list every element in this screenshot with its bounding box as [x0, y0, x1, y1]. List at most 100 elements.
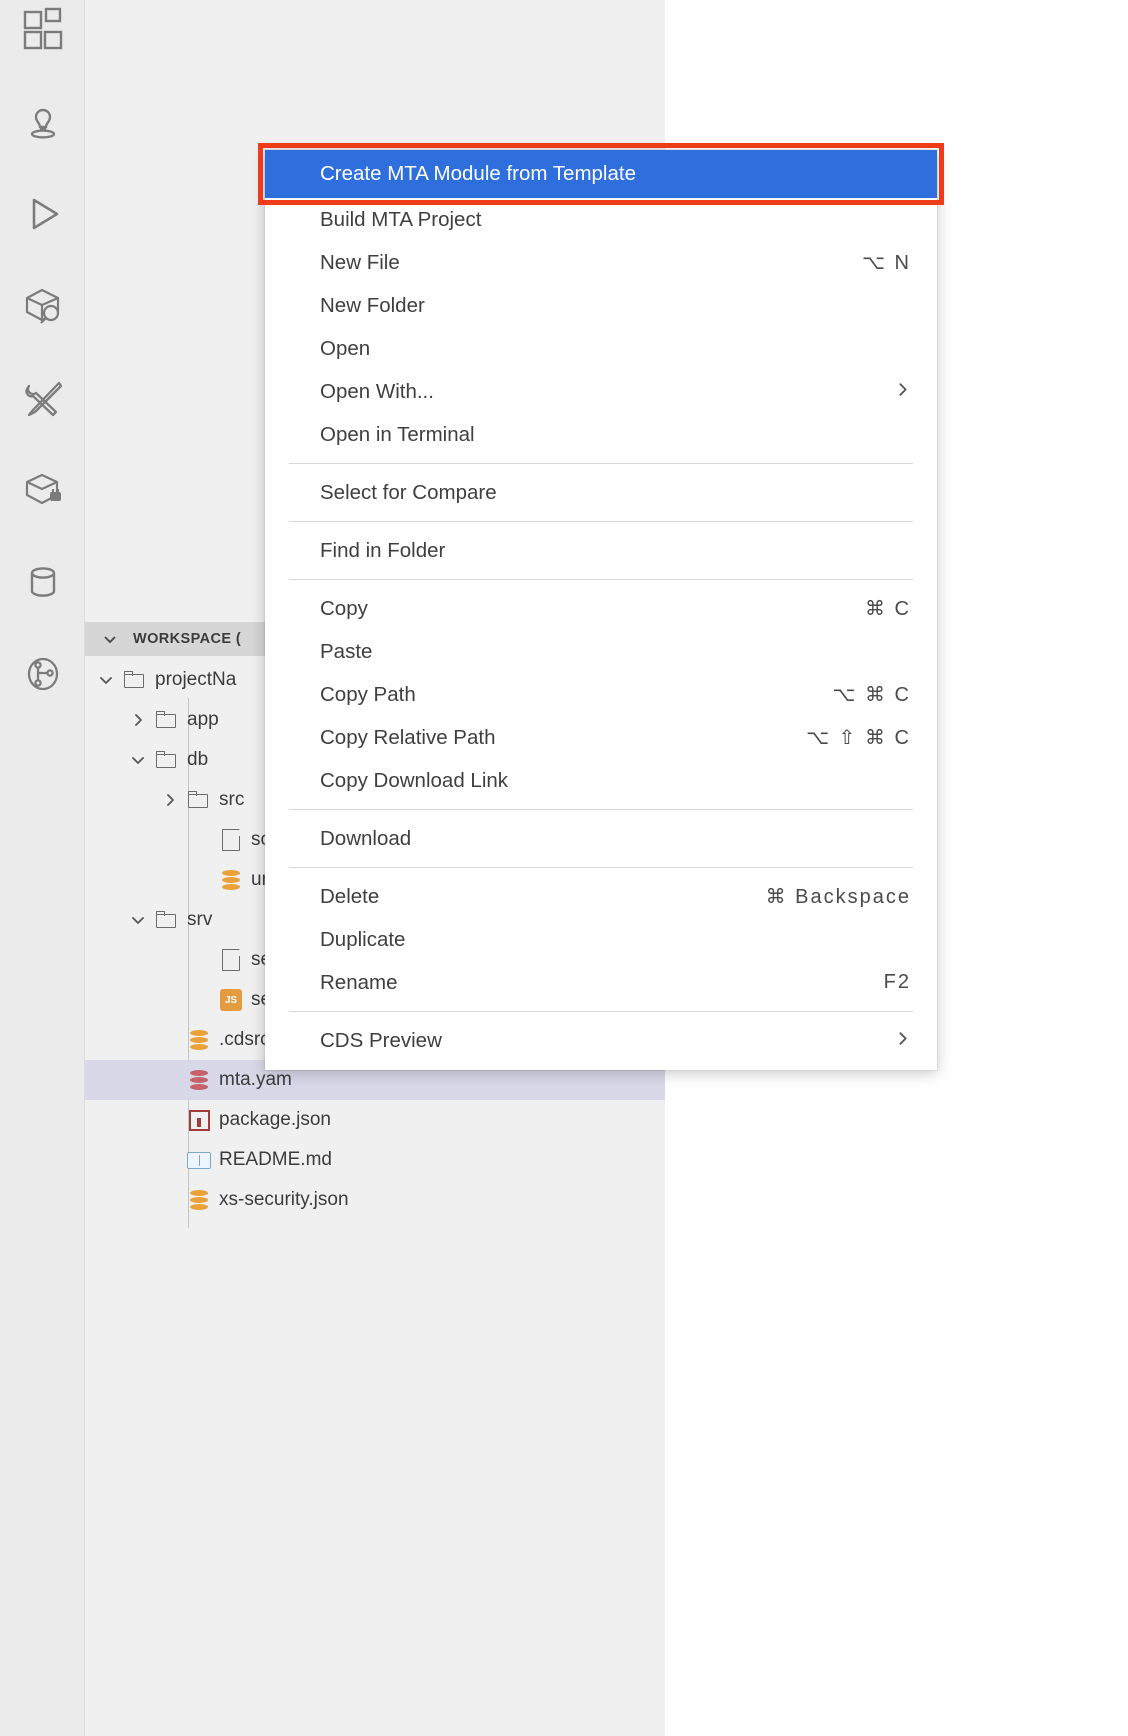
- menu-item-paste[interactable]: Paste: [265, 630, 937, 673]
- menu-item-label: Open With...: [320, 379, 434, 403]
- menu-item-label: Copy: [320, 596, 368, 620]
- tree-item-label: db: [187, 749, 209, 770]
- menu-item-create-mta-module-from-template[interactable]: Create MTA Module from Template: [265, 150, 937, 198]
- menu-item-open[interactable]: Open: [265, 327, 937, 370]
- menu-item-label: New Folder: [320, 293, 425, 317]
- menu-item-new-folder[interactable]: New Folder: [265, 284, 937, 327]
- menu-item-cds-preview[interactable]: CDS Preview: [265, 1019, 937, 1062]
- menu-item-label: Paste: [320, 639, 373, 663]
- tree-item-icon: JS: [215, 989, 247, 1011]
- folder-icon: [124, 671, 146, 689]
- menu-item-select-for-compare[interactable]: Select for Compare: [265, 471, 937, 514]
- tree-item-label: xs-security.json: [219, 1189, 349, 1210]
- tree-item-label: mta.yam: [219, 1069, 292, 1090]
- menu-item-label: Copy Path: [320, 682, 416, 706]
- tree-item-icon: [215, 829, 247, 851]
- menu-separator: [289, 1011, 913, 1012]
- database-icon[interactable]: [0, 552, 85, 612]
- run-icon[interactable]: [0, 184, 85, 244]
- tools-icon[interactable]: [0, 368, 85, 428]
- menu-item-duplicate[interactable]: Duplicate: [265, 918, 937, 961]
- menu-separator: [289, 809, 913, 810]
- menu-item-label: Copy Relative Path: [320, 725, 496, 749]
- tree-item-readme-md[interactable]: README.md: [85, 1140, 665, 1180]
- tree-item-icon: [183, 1109, 215, 1131]
- menu-separator: [289, 867, 913, 868]
- folder-icon: [156, 911, 178, 929]
- menu-item-open-with[interactable]: Open With...: [265, 370, 937, 413]
- menu-item-shortcut: ⌥ ⇧ ⌘ C: [806, 727, 911, 749]
- source-control-icon[interactable]: [0, 644, 85, 704]
- chevron-right-icon[interactable]: [125, 712, 151, 728]
- package-explorer-icon[interactable]: [0, 276, 85, 336]
- tree-item-icon: [183, 1029, 215, 1051]
- menu-item-label: Copy Download Link: [320, 768, 509, 792]
- menu-separator: [289, 463, 913, 464]
- menu-item-label: Select for Compare: [320, 480, 497, 504]
- chevron-right-icon[interactable]: [157, 792, 183, 808]
- deploy-package-icon[interactable]: [0, 460, 85, 520]
- extensions-icon[interactable]: [0, 0, 85, 60]
- chevron-down-icon: [97, 631, 123, 647]
- js-file-icon: JS: [220, 989, 242, 1011]
- menu-item-open-in-terminal[interactable]: Open in Terminal: [265, 413, 937, 456]
- activity-bar: [0, 0, 85, 1736]
- menu-item-new-file[interactable]: New File ⌥ N: [265, 241, 937, 284]
- menu-item-label: New File: [320, 250, 400, 274]
- tree-item-package-json[interactable]: package.json: [85, 1100, 665, 1140]
- menu-item-copy[interactable]: Copy ⌘ C: [265, 587, 937, 630]
- folder-icon: [156, 711, 178, 729]
- menu-item-label: Rename: [320, 970, 398, 994]
- menu-item-delete[interactable]: Delete ⌘ Backspace: [265, 875, 937, 918]
- menu-item-shortcut: ⌥ N: [861, 252, 911, 274]
- context-menu: Create MTA Module from Template Build MTA…: [265, 150, 937, 1070]
- markdown-file-icon: [187, 1151, 211, 1169]
- folder-icon: [188, 791, 210, 809]
- tree-item-icon: [215, 869, 247, 891]
- workspace-label: WORKSPACE (: [133, 631, 242, 647]
- tree-item-icon: [215, 949, 247, 971]
- database-file-icon: [222, 869, 240, 891]
- folder-icon: [156, 751, 178, 769]
- menu-item-download[interactable]: Download: [265, 817, 937, 860]
- menu-item-label: Open: [320, 336, 371, 360]
- tree-item-label: app: [187, 709, 219, 730]
- database-file-icon: [190, 1029, 208, 1051]
- chevron-down-icon[interactable]: [125, 912, 151, 928]
- menu-item-copy-path[interactable]: Copy Path ⌥ ⌘ C: [265, 673, 937, 716]
- tree-item-icon: [151, 911, 183, 929]
- menu-item-shortcut: ⌥ ⌘ C: [832, 684, 911, 706]
- menu-separator: [289, 579, 913, 580]
- menu-item-copy-relative-path[interactable]: Copy Relative Path ⌥ ⇧ ⌘ C: [265, 716, 937, 759]
- menu-item-shortcut: F2: [883, 971, 911, 993]
- tree-item-label: package.json: [219, 1109, 331, 1130]
- chevron-right-icon: [894, 1030, 911, 1051]
- chevron-down-icon[interactable]: [125, 752, 151, 768]
- tree-item-icon: [119, 671, 151, 689]
- menu-item-label: Create MTA Module from Template: [320, 162, 636, 185]
- menu-item-rename[interactable]: Rename F2: [265, 961, 937, 1004]
- menu-item-shortcut: ⌘ Backspace: [765, 886, 911, 908]
- menu-item-build-mta-project[interactable]: Build MTA Project: [265, 198, 937, 241]
- menu-item-shortcut: ⌘ C: [865, 598, 911, 620]
- tree-item-icon: [151, 751, 183, 769]
- menu-item-find-in-folder[interactable]: Find in Folder: [265, 529, 937, 572]
- chevron-down-icon[interactable]: [93, 672, 119, 688]
- tree-item-xs-security-json[interactable]: xs-security.json: [85, 1180, 665, 1220]
- tree-item-icon: [183, 1069, 215, 1091]
- menu-item-label: CDS Preview: [320, 1028, 442, 1052]
- menu-item-label: Download: [320, 826, 412, 850]
- tree-item-icon: [151, 711, 183, 729]
- menu-item-label: Build MTA Project: [320, 207, 482, 231]
- menu-item-label: Find in Folder: [320, 538, 446, 562]
- npm-file-icon: [188, 1109, 210, 1131]
- tree-item-icon: [183, 1151, 215, 1169]
- menu-item-label: Delete: [320, 884, 380, 908]
- cloud-foundry-icon[interactable]: [0, 92, 85, 152]
- tree-item-label: README.md: [219, 1149, 332, 1170]
- tree-item-icon: [183, 791, 215, 809]
- menu-item-copy-download-link[interactable]: Copy Download Link: [265, 759, 937, 802]
- menu-item-label: Duplicate: [320, 927, 406, 951]
- tree-item-label: src: [219, 789, 245, 810]
- database-file-icon: [190, 1189, 208, 1211]
